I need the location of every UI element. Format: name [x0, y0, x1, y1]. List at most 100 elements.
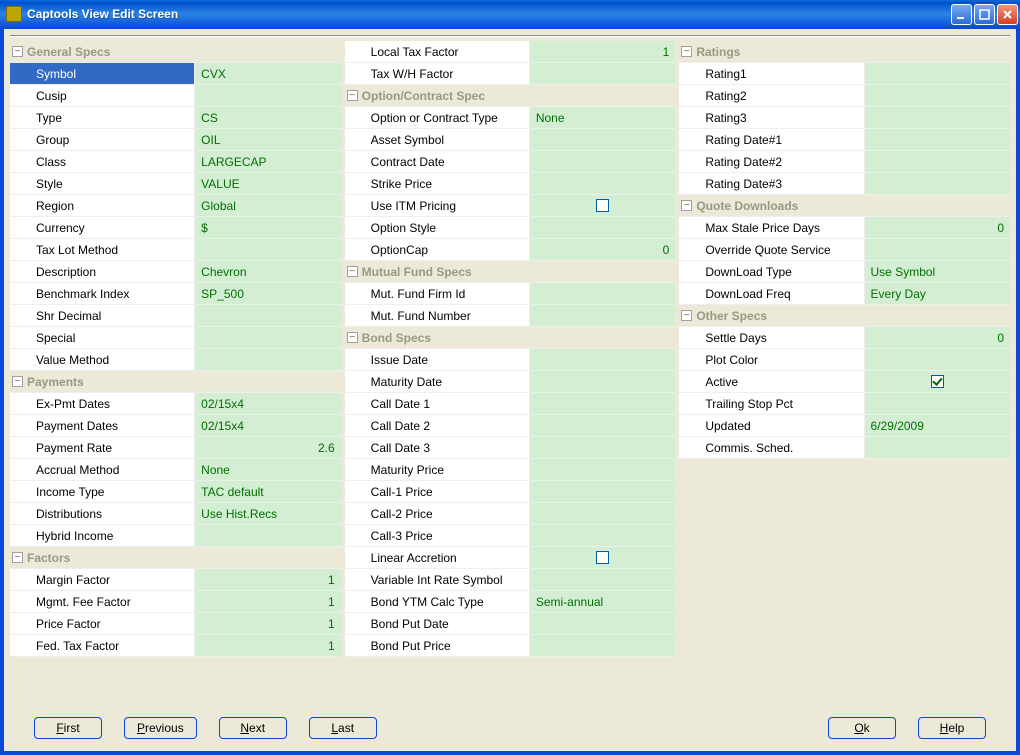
value-value-method[interactable] — [195, 349, 341, 371]
row-call1[interactable]: Call Date 1 — [345, 393, 676, 415]
row-ex-pmt[interactable]: Ex-Pmt Dates02/15x4 — [10, 393, 341, 415]
row-style[interactable]: StyleVALUE — [10, 173, 341, 195]
value-trailing[interactable] — [865, 393, 1010, 415]
section-option-contract[interactable]: −Option/Contract Spec — [345, 85, 676, 107]
collapse-icon[interactable]: − — [347, 90, 358, 101]
row-rating3[interactable]: Rating3 — [679, 107, 1010, 129]
value-rating2[interactable] — [865, 85, 1010, 107]
value-plot[interactable] — [865, 349, 1010, 371]
value-price-factor[interactable]: 1 — [195, 613, 341, 635]
row-group[interactable]: GroupOIL — [10, 129, 341, 151]
next-button[interactable]: Next — [219, 717, 287, 739]
row-accrual[interactable]: Accrual MethodNone — [10, 459, 341, 481]
maximize-button[interactable] — [974, 4, 995, 25]
value-option-style[interactable] — [530, 217, 676, 239]
value-tax-wh[interactable] — [530, 63, 676, 85]
row-symbol[interactable]: SymbolCVX — [10, 63, 341, 85]
value-maturity-price[interactable] — [530, 459, 676, 481]
section-other-specs[interactable]: −Other Specs — [679, 305, 1010, 327]
row-contract-date[interactable]: Contract Date — [345, 151, 676, 173]
row-currency[interactable]: Currency$ — [10, 217, 341, 239]
value-option-cap[interactable]: 0 — [530, 239, 676, 261]
value-region[interactable]: Global — [195, 195, 341, 217]
row-rating1[interactable]: Rating1 — [679, 63, 1010, 85]
value-rating-d1[interactable] — [865, 129, 1010, 151]
row-hybrid[interactable]: Hybrid Income — [10, 525, 341, 547]
last-button[interactable]: Last — [309, 717, 377, 739]
row-ytm[interactable]: Bond YTM Calc TypeSemi-annual — [345, 591, 676, 613]
row-maturity-price[interactable]: Maturity Price — [345, 459, 676, 481]
value-description[interactable]: Chevron — [195, 261, 341, 283]
row-value-method[interactable]: Value Method — [10, 349, 341, 371]
value-issue-date[interactable] — [530, 349, 676, 371]
row-linear[interactable]: Linear Accretion — [345, 547, 676, 569]
value-maturity-date[interactable] — [530, 371, 676, 393]
row-maturity-date[interactable]: Maturity Date — [345, 371, 676, 393]
value-dl-freq[interactable]: Every Day — [865, 283, 1010, 305]
collapse-icon[interactable]: − — [347, 332, 358, 343]
value-class[interactable]: LARGECAP — [195, 151, 341, 173]
value-strike[interactable] — [530, 173, 676, 195]
value-override[interactable] — [865, 239, 1010, 261]
value-itm[interactable] — [530, 195, 676, 217]
row-cusip[interactable]: Cusip — [10, 85, 341, 107]
section-ratings[interactable]: −Ratings — [679, 41, 1010, 63]
value-currency[interactable]: $ — [195, 217, 341, 239]
value-local-tax[interactable]: 1 — [530, 41, 676, 63]
row-margin-factor[interactable]: Margin Factor1 — [10, 569, 341, 591]
section-quote-downloads[interactable]: −Quote Downloads — [679, 195, 1010, 217]
row-special[interactable]: Special — [10, 327, 341, 349]
section-mutual-fund[interactable]: −Mutual Fund Specs — [345, 261, 676, 283]
value-dl-type[interactable]: Use Symbol — [865, 261, 1010, 283]
value-hybrid[interactable] — [195, 525, 341, 547]
row-active[interactable]: Active — [679, 371, 1010, 393]
value-payment-dates[interactable]: 02/15x4 — [195, 415, 341, 437]
value-asset-symbol[interactable] — [530, 129, 676, 151]
row-tax-lot[interactable]: Tax Lot Method — [10, 239, 341, 261]
value-mgmt-fee[interactable]: 1 — [195, 591, 341, 613]
row-trailing[interactable]: Trailing Stop Pct — [679, 393, 1010, 415]
row-shr-decimal[interactable]: Shr Decimal — [10, 305, 341, 327]
row-issue-date[interactable]: Issue Date — [345, 349, 676, 371]
row-call2-price[interactable]: Call-2 Price — [345, 503, 676, 525]
row-income-type[interactable]: Income TypeTAC default — [10, 481, 341, 503]
value-mf-number[interactable] — [530, 305, 676, 327]
first-button[interactable]: First — [34, 717, 102, 739]
row-asset-symbol[interactable]: Asset Symbol — [345, 129, 676, 151]
row-call2[interactable]: Call Date 2 — [345, 415, 676, 437]
collapse-icon[interactable]: − — [681, 200, 692, 211]
minimize-button[interactable] — [951, 4, 972, 25]
row-call3[interactable]: Call Date 3 — [345, 437, 676, 459]
row-tax-wh[interactable]: Tax W/H Factor — [345, 63, 676, 85]
value-accrual[interactable]: None — [195, 459, 341, 481]
value-max-stale[interactable]: 0 — [865, 217, 1010, 239]
row-call3-price[interactable]: Call-3 Price — [345, 525, 676, 547]
value-var-rate[interactable] — [530, 569, 676, 591]
previous-button[interactable]: Previous — [124, 717, 197, 739]
collapse-icon[interactable]: − — [12, 46, 23, 57]
row-mf-number[interactable]: Mut. Fund Number — [345, 305, 676, 327]
value-rating-d2[interactable] — [865, 151, 1010, 173]
value-call2[interactable] — [530, 415, 676, 437]
section-payments[interactable]: −Payments — [10, 371, 341, 393]
value-special[interactable] — [195, 327, 341, 349]
value-option-type[interactable]: None — [530, 107, 676, 129]
row-var-rate[interactable]: Variable Int Rate Symbol — [345, 569, 676, 591]
row-payment-rate[interactable]: Payment Rate2.6 — [10, 437, 341, 459]
row-option-cap[interactable]: OptionCap0 — [345, 239, 676, 261]
collapse-icon[interactable]: − — [12, 376, 23, 387]
titlebar[interactable]: Captools View Edit Screen — [0, 0, 1020, 28]
section-factors[interactable]: −Factors — [10, 547, 341, 569]
collapse-icon[interactable]: − — [681, 46, 692, 57]
row-max-stale[interactable]: Max Stale Price Days0 — [679, 217, 1010, 239]
row-fed-tax[interactable]: Fed. Tax Factor1 — [10, 635, 341, 657]
value-cusip[interactable] — [195, 85, 341, 107]
section-bond-specs[interactable]: −Bond Specs — [345, 327, 676, 349]
value-call3-price[interactable] — [530, 525, 676, 547]
value-updated[interactable]: 6/29/2009 — [865, 415, 1010, 437]
row-itm[interactable]: Use ITM Pricing — [345, 195, 676, 217]
value-distributions[interactable]: Use Hist.Recs — [195, 503, 341, 525]
value-tax-lot[interactable] — [195, 239, 341, 261]
row-put-date[interactable]: Bond Put Date — [345, 613, 676, 635]
row-rating2[interactable]: Rating2 — [679, 85, 1010, 107]
